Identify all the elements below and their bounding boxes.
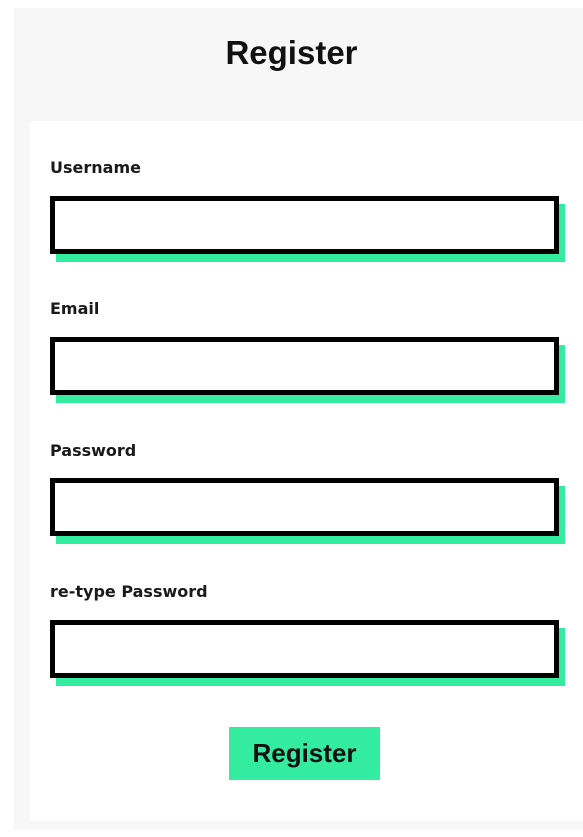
email-field-wrapper bbox=[50, 337, 565, 403]
username-field-wrapper bbox=[50, 196, 565, 262]
password-label: Password bbox=[50, 441, 137, 460]
username-input[interactable] bbox=[50, 196, 559, 254]
page-title: Register bbox=[225, 34, 358, 71]
username-label: Username bbox=[50, 158, 141, 177]
password-input[interactable] bbox=[50, 478, 559, 536]
email-input[interactable] bbox=[50, 337, 559, 395]
password-field-wrapper bbox=[50, 478, 565, 544]
retype-password-input[interactable] bbox=[50, 620, 559, 678]
retype-password-label: re-type Password bbox=[50, 582, 208, 601]
email-label: Email bbox=[50, 299, 100, 318]
register-button[interactable]: Register bbox=[229, 727, 380, 780]
retype-password-field-wrapper bbox=[50, 620, 565, 686]
